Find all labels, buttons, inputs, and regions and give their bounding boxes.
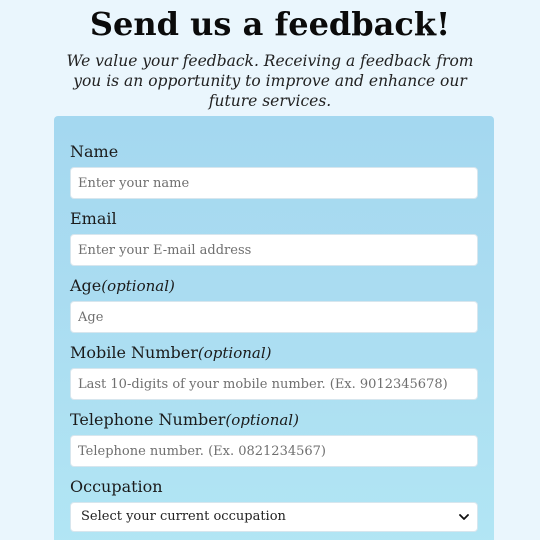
mobile-label-text: Mobile Number: [70, 343, 198, 362]
mobile-input[interactable]: [70, 368, 478, 400]
occupation-select[interactable]: Select your current occupation: [70, 502, 478, 532]
occupation-label: Occupation: [70, 477, 163, 497]
telephone-label: Telephone Number(optional): [70, 410, 299, 430]
mobile-label: Mobile Number(optional): [70, 343, 271, 363]
telephone-label-text: Telephone Number: [70, 410, 226, 429]
age-label-text: Age: [70, 276, 102, 295]
age-input[interactable]: [70, 301, 478, 333]
occupation-label-text: Occupation: [70, 477, 163, 496]
chevron-down-icon: [459, 514, 469, 520]
name-label-text: Name: [70, 142, 119, 161]
page-title: Send us a feedback!: [89, 5, 451, 43]
telephone-input[interactable]: [70, 435, 478, 467]
age-label: Age(optional): [70, 276, 175, 296]
mobile-optional-text: (optional): [197, 344, 272, 362]
email-label: Email: [70, 209, 117, 229]
page-subtitle: We value your feedback. Receiving a feed…: [66, 52, 474, 110]
feedback-page: Send us a feedback! We value your feedba…: [0, 0, 540, 540]
feedback-form: Name Email Age(optional) Mobile Number(o…: [54, 116, 494, 540]
name-label: Name: [70, 142, 118, 162]
email-label-text: Email: [70, 209, 117, 228]
telephone-optional-text: (optional): [225, 411, 299, 429]
age-optional-text: (optional): [101, 277, 175, 295]
name-input[interactable]: [70, 167, 478, 199]
email-input[interactable]: [70, 234, 478, 266]
occupation-selected-value: Select your current occupation: [81, 509, 286, 524]
